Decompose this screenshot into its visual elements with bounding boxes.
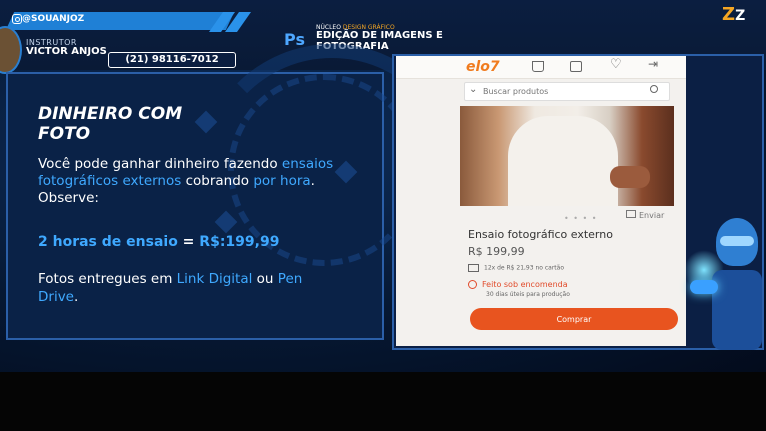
cart-icon[interactable] xyxy=(532,61,544,72)
robot-mascot-icon xyxy=(684,210,766,370)
product-photo-detail xyxy=(610,166,650,188)
search-bar[interactable]: ⌄ xyxy=(464,82,670,101)
instagram-handle: @SOUANJOZ xyxy=(22,14,85,24)
slide-text-panel: DINHEIRO COM FOTO Você pode ganhar dinhe… xyxy=(6,44,466,340)
production-days: 30 dias úteis para produção xyxy=(486,291,570,298)
carousel-dots[interactable]: • • • • xyxy=(564,214,598,223)
avatar xyxy=(0,26,22,74)
store-screenshot: elo7 ♡ ⇥ ⌄ • • • • Enviar Ensaio fotográ… xyxy=(396,56,686,346)
share-button[interactable]: Enviar xyxy=(626,210,664,220)
credit-card-icon xyxy=(468,264,479,272)
product-image[interactable] xyxy=(460,106,674,206)
projected-screen: @SOUANJOZ INSTRUTOR VICTOR ANJOS (21) 98… xyxy=(0,0,766,372)
store-header: elo7 ♡ ⇥ xyxy=(396,56,686,79)
search-icon[interactable] xyxy=(650,85,658,93)
slide-heading: DINHEIRO COM FOTO xyxy=(38,104,183,144)
heart-icon[interactable]: ♡ xyxy=(610,57,622,72)
price-line: 2 horas de ensaio = R$:199,99 xyxy=(38,234,280,250)
product-title: Ensaio fotográfico externo xyxy=(468,228,613,241)
made-to-order-row: Feito sob encomenda xyxy=(468,280,568,289)
instructor-name: VICTOR ANJOS xyxy=(26,46,107,57)
delivery-text: Fotos entregues em Link Digital ou Pen D… xyxy=(38,271,303,305)
phone-number: (21) 98116-7012 xyxy=(108,52,236,68)
instagram-icon xyxy=(12,14,22,24)
installments-row: 12x de R$ 21,93 no cartão xyxy=(468,264,564,272)
brand-logo: ZZ xyxy=(722,4,746,25)
slide-paragraph: Você pode ganhar dinheiro fazendo ensaio… xyxy=(38,156,334,206)
chevron-down-icon[interactable]: ⌄ xyxy=(469,84,477,95)
share-icon xyxy=(626,210,636,218)
login-icon[interactable]: ⇥ xyxy=(648,57,660,71)
photoshop-logo-icon: Ps xyxy=(284,30,305,49)
buy-button[interactable]: Comprar xyxy=(470,308,678,330)
product-price: R$ 199,99 xyxy=(468,245,525,258)
search-input[interactable] xyxy=(483,85,643,97)
store-logo: elo7 xyxy=(466,59,500,75)
chat-icon[interactable] xyxy=(570,61,582,72)
clock-icon xyxy=(468,280,477,289)
product-photo-subject xyxy=(508,116,618,206)
bottom-dark-area xyxy=(0,372,766,431)
